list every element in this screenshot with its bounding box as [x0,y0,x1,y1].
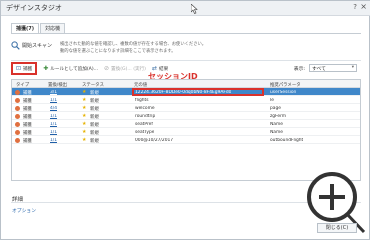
row-value: 000@10/27/2017 [135,137,174,143]
row-param: userSession [270,89,297,95]
capture-type-icon [15,129,20,135]
table-row[interactable]: 捕獲 4/4 ★ 新規 welcome page [12,104,360,112]
row-status: 新規 [90,114,99,120]
row-param: outboundFlight [270,137,304,143]
start-scan-button[interactable]: 開始スキャン [11,41,52,50]
title-bar: デザインスタジオ ? × [1,1,370,16]
row-status: 新規 [90,90,99,96]
col-value[interactable]: 元の値 [134,82,147,88]
capture-icon: ⊡ [16,65,22,72]
star-icon: ★ [82,104,87,111]
capture-type-icon [15,121,20,127]
options-link[interactable]: オプション [12,207,36,214]
tab-capture[interactable]: 捕獲(7) [11,23,40,33]
row-replace-count[interactable]: 1/1 [50,122,57,127]
row-param: zgFerm [270,113,287,119]
row-type: 捕獲 [23,138,32,144]
tab-correlation[interactable]: 対応機 [40,23,66,33]
row-status: 新規 [90,98,99,104]
row-replace-count[interactable]: 4/4 [50,106,57,111]
row-value: welcome [135,105,155,111]
table-row[interactable]: 捕獲 1/1 ★ 新規 seatType Name [12,128,360,136]
table-row[interactable]: 捕獲 1/1 ★ 新規 seatPref Name [12,120,360,128]
row-replace-count[interactable]: 1/1 [50,114,57,119]
display-value: すべて [312,67,326,72]
star-icon: ★ [82,136,87,143]
start-scan-label: 開始スキャン [22,43,53,49]
table-row[interactable]: 捕獲 1/1 ★ 新規 000@10/27/2017 outboundFlight [12,136,360,144]
row-type: 捕獲 [23,130,32,136]
scan-hint: 検出された動的な値を確認し、複数の値が存在する場合、お使いください。 動的な値を… [60,41,290,55]
row-type: 捕獲 [23,122,32,128]
row-replace-count[interactable]: 1/1 [50,98,57,103]
row-replace-count[interactable]: 1/1 [50,130,57,135]
row-type: 捕獲 [23,106,32,112]
row-value: seatPref [135,121,153,127]
row-value: flights [135,97,149,103]
magnifier-icon [11,41,20,50]
row-status: 新規 [90,122,99,128]
table-row[interactable]: 捕獲 1/1 ★ 新規 flights le [12,96,360,104]
row-status: 新規 [90,138,99,144]
table-row[interactable]: 捕獲 3/1 ★ 新規 12224.3620F-8DDe0-0dq0bN0-8F4Eg9… [12,88,360,96]
add-rule-label: ルールとして追加(A)... [50,66,98,72]
row-type: 捕獲 [23,90,32,96]
mouse-cursor-icon [191,4,198,14]
star-icon: ★ [82,120,87,127]
capture-type-icon [15,113,20,119]
row-param: Name [270,129,283,135]
row-param: Name [270,121,283,127]
window-title: デザインスタジオ [6,4,62,12]
chevron-down-icon: ▾ [351,65,354,70]
add-rule-icon: ✚ [43,65,49,72]
hint-line-1: 検出された動的な値を確認し、複数の値が存在する場合、お使いください。 [60,42,207,47]
row-param: page [270,105,281,111]
capture-button[interactable]: ⊡ 捕獲 [11,62,38,75]
capture-type-icon [15,105,20,111]
design-studio-dialog: デザインスタジオ ? × 捕獲(7) 対応機 開始スキャン 検出された動的な値を… [0,0,370,240]
display-label: 表示: [293,66,305,72]
exclude-icon: ⊘ [104,65,110,72]
table-row[interactable]: 捕獲 1/1 ★ 新規 roundtrip zgFerm [12,112,360,120]
row-value: seatType [135,129,155,135]
row-status: 新規 [90,130,99,136]
star-icon: ★ [82,128,87,135]
tab-strip: 捕獲(7) 対応機 [11,23,66,33]
capture-type-icon [15,89,20,95]
scan-row: 開始スキャン 検出された動的な値を確認し、複数の値が存在する場合、お使いください… [11,41,290,55]
correlation-table: タイプ 置換/検出 ステータス 元の値 推奨パラメータ 捕獲 3/1 ★ 新規 1222… [11,79,361,181]
row-param: le [270,97,274,103]
help-button[interactable]: ? [353,3,357,11]
display-filter: 表示: すべて ▾ [294,64,357,72]
table-header: タイプ 置換/検出 ステータス 元の値 推奨パラメータ [12,80,360,88]
row-status: 新規 [90,106,99,112]
exclude-label: 置換(G)... (実行) [111,66,146,72]
row-type: 捕獲 [23,98,32,104]
close-window-button[interactable]: × [360,2,367,11]
star-icon: ★ [82,96,87,103]
col-replace[interactable]: 置換/検出 [48,82,67,88]
row-replace-count[interactable]: 3/1 [50,90,57,95]
display-select[interactable]: すべて ▾ [309,64,357,72]
row-replace-count[interactable]: 1/1 [50,138,57,143]
col-status[interactable]: ステータス [82,82,104,88]
col-type[interactable]: タイプ [16,82,29,88]
hint-line-2: 動的な値を選ぶことになります詳細をここで表示されます。 [60,49,176,54]
col-param[interactable]: 推奨パラメータ [270,82,301,88]
star-icon: ★ [82,88,87,95]
session-id-highlight [132,88,264,96]
row-type: 捕獲 [23,114,32,120]
capture-type-icon [15,137,20,143]
add-as-rule-button[interactable]: ✚ ルールとして追加(A)... [43,65,98,72]
row-value: roundtrip [135,113,156,119]
star-icon: ★ [82,112,87,119]
capture-type-icon [15,97,20,103]
exclude-button[interactable]: ⊘ 置換(G)... (実行) [104,65,146,72]
capture-label: 捕獲 [23,66,33,72]
close-dialog-button[interactable]: 閉じる(C) [317,223,357,233]
section-divider [11,60,361,61]
tab-divider [11,33,361,34]
